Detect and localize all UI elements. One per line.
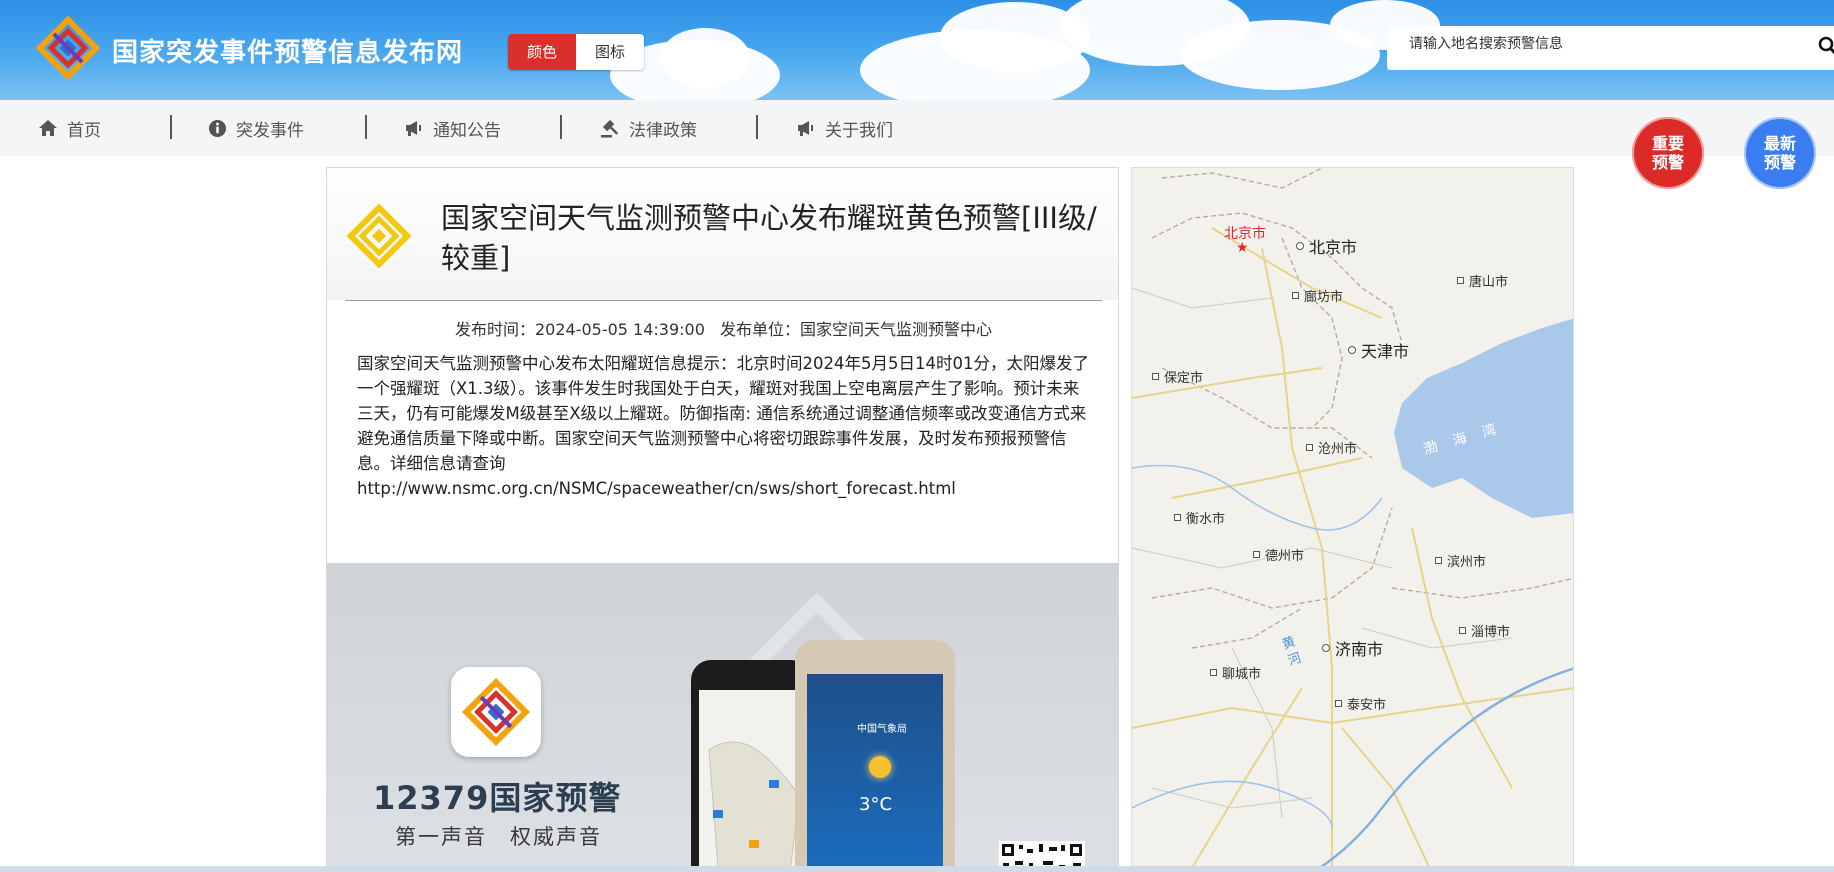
city-marker[interactable]: 衡水市 xyxy=(1174,508,1225,527)
important-warning-label: 重要预警 xyxy=(1651,134,1684,172)
city-marker[interactable]: 沧州市 xyxy=(1306,438,1357,457)
latest-warning-button[interactable]: 最新预警 xyxy=(1744,117,1816,189)
article-body: 国家空间天气监测预警中心发布太阳耀斑信息提示：北京时间2024年5月5日14时0… xyxy=(357,351,1092,501)
capital-star-icon: ★ xyxy=(1236,240,1249,256)
nav-item-home[interactable]: 首页 xyxy=(38,100,101,156)
info-icon xyxy=(208,119,227,137)
promo-title: 12379国家预警 xyxy=(373,779,622,817)
nav-divider xyxy=(170,115,172,139)
city-label: 北京市 xyxy=(1309,238,1358,257)
article-meta: 发布时间：2024-05-05 14:39:00 发布单位：国家空间天气监测预警… xyxy=(327,316,1118,340)
city-marker[interactable]: 泰安市 xyxy=(1335,694,1386,713)
main-nav: 首页 突发事件 通知公告 法律政策 关于我们 xyxy=(0,100,1834,156)
city-marker[interactable]: 保定市 xyxy=(1152,367,1203,386)
warning-map[interactable]: 北京市 ★ 北京市 唐山市 廊坊市 天津市 保定市 沧州市 衡水市 德州市 滨州… xyxy=(1131,167,1574,872)
publish-time: 2024-05-05 14:39:00 xyxy=(534,320,705,339)
city-marker[interactable]: 济南市 xyxy=(1322,636,1383,660)
warning-level-icon xyxy=(346,203,412,269)
important-warning-button[interactable]: 重要预警 xyxy=(1632,117,1704,189)
title-divider xyxy=(345,300,1102,301)
city-label: 聊城市 xyxy=(1222,667,1262,682)
nav-label-laws: 法律政策 xyxy=(629,120,697,141)
publish-time-label: 发布时间： xyxy=(454,320,535,339)
publisher: 国家空间天气监测预警中心 xyxy=(800,320,993,339)
home-icon xyxy=(39,120,57,136)
publisher-label: 发布单位： xyxy=(720,320,801,339)
article-detail-link[interactable]: http://www.nsmc.org.cn/NSMC/spaceweather… xyxy=(357,476,1092,501)
nav-divider xyxy=(756,115,758,139)
display-mode-toggle: 颜色 图标 xyxy=(508,34,645,70)
site-title[interactable]: 国家突发事件预警信息发布网 xyxy=(112,32,463,69)
nav-item-emergencies[interactable]: 突发事件 xyxy=(208,100,304,156)
city-label: 沧州市 xyxy=(1318,442,1358,457)
megaphone-icon xyxy=(798,121,813,136)
article-header: 国家空间天气监测预警中心发布耀斑黄色预警[III级/较重] xyxy=(327,168,1118,300)
app-logo-icon xyxy=(451,667,541,757)
article-body-text: 国家空间天气监测预警中心发布太阳耀斑信息提示：北京时间2024年5月5日14时0… xyxy=(357,354,1089,473)
phone-mockup-back xyxy=(691,660,811,871)
latest-warning-label: 最新预警 xyxy=(1763,134,1796,172)
city-marker[interactable]: 廊坊市 xyxy=(1292,286,1343,305)
city-label: 天津市 xyxy=(1361,342,1410,361)
promo-subtitle: 第一声音 权威声音 xyxy=(395,825,602,849)
phone-mockup-front: 中国气象局 3°C xyxy=(795,640,955,871)
nav-label-about: 关于我们 xyxy=(825,120,893,141)
phone-weather-screen: 中国气象局 3°C xyxy=(807,674,943,871)
nav-divider xyxy=(560,115,562,139)
city-marker[interactable]: 聊城市 xyxy=(1210,663,1261,682)
city-marker[interactable]: 北京市 xyxy=(1296,234,1357,258)
city-label: 滨州市 xyxy=(1447,555,1487,570)
megaphone-icon xyxy=(406,121,421,136)
bottom-scroll-bar[interactable] xyxy=(0,866,1834,872)
city-marker[interactable]: 天津市 xyxy=(1348,338,1409,362)
city-label: 衡水市 xyxy=(1186,512,1226,527)
city-label: 淄博市 xyxy=(1471,625,1511,640)
article-title: 国家空间天气监测预警中心发布耀斑黄色预警[III级/较重] xyxy=(441,201,1097,275)
site-logo-icon[interactable] xyxy=(36,16,100,80)
app-promo-banner[interactable]: 12379国家预警 第一声音 权威声音 中国气象局 3°C xyxy=(327,563,1118,871)
toggle-icon-button[interactable]: 图标 xyxy=(576,34,645,70)
phone-map-screen xyxy=(699,690,803,871)
gavel-icon xyxy=(601,119,619,137)
city-label: 保定市 xyxy=(1164,371,1204,386)
phone-temperature: 3°C xyxy=(859,794,893,815)
search-box xyxy=(1387,26,1834,70)
nav-divider xyxy=(365,115,367,139)
nav-item-notices[interactable]: 通知公告 xyxy=(404,100,501,156)
city-label: 廊坊市 xyxy=(1304,290,1344,305)
nav-item-about[interactable]: 关于我们 xyxy=(796,100,893,156)
nav-label-home: 首页 xyxy=(67,120,101,141)
city-label: 泰安市 xyxy=(1347,698,1387,713)
search-icon[interactable] xyxy=(1818,36,1834,56)
nav-label-emergencies: 突发事件 xyxy=(236,120,304,141)
sun-icon xyxy=(869,756,891,778)
city-marker[interactable]: 淄博市 xyxy=(1459,621,1510,640)
city-label: 唐山市 xyxy=(1469,275,1509,290)
nav-label-notices: 通知公告 xyxy=(433,120,501,141)
search-input[interactable] xyxy=(1409,36,1789,52)
warning-article-card: 国家空间天气监测预警中心发布耀斑黄色预警[III级/较重] 发布时间：2024-… xyxy=(326,167,1119,872)
nav-item-laws[interactable]: 法律政策 xyxy=(600,100,697,156)
city-marker[interactable]: 滨州市 xyxy=(1435,551,1486,570)
site-header: 国家突发事件预警信息发布网 颜色 图标 xyxy=(0,0,1834,100)
toggle-color-button[interactable]: 颜色 xyxy=(508,34,577,70)
city-label: 德州市 xyxy=(1265,549,1305,564)
city-marker[interactable]: 唐山市 xyxy=(1457,271,1508,290)
city-label: 济南市 xyxy=(1335,640,1384,659)
phone-brand-text: 中国气象局 xyxy=(857,724,907,735)
city-marker[interactable]: 德州市 xyxy=(1253,545,1304,564)
